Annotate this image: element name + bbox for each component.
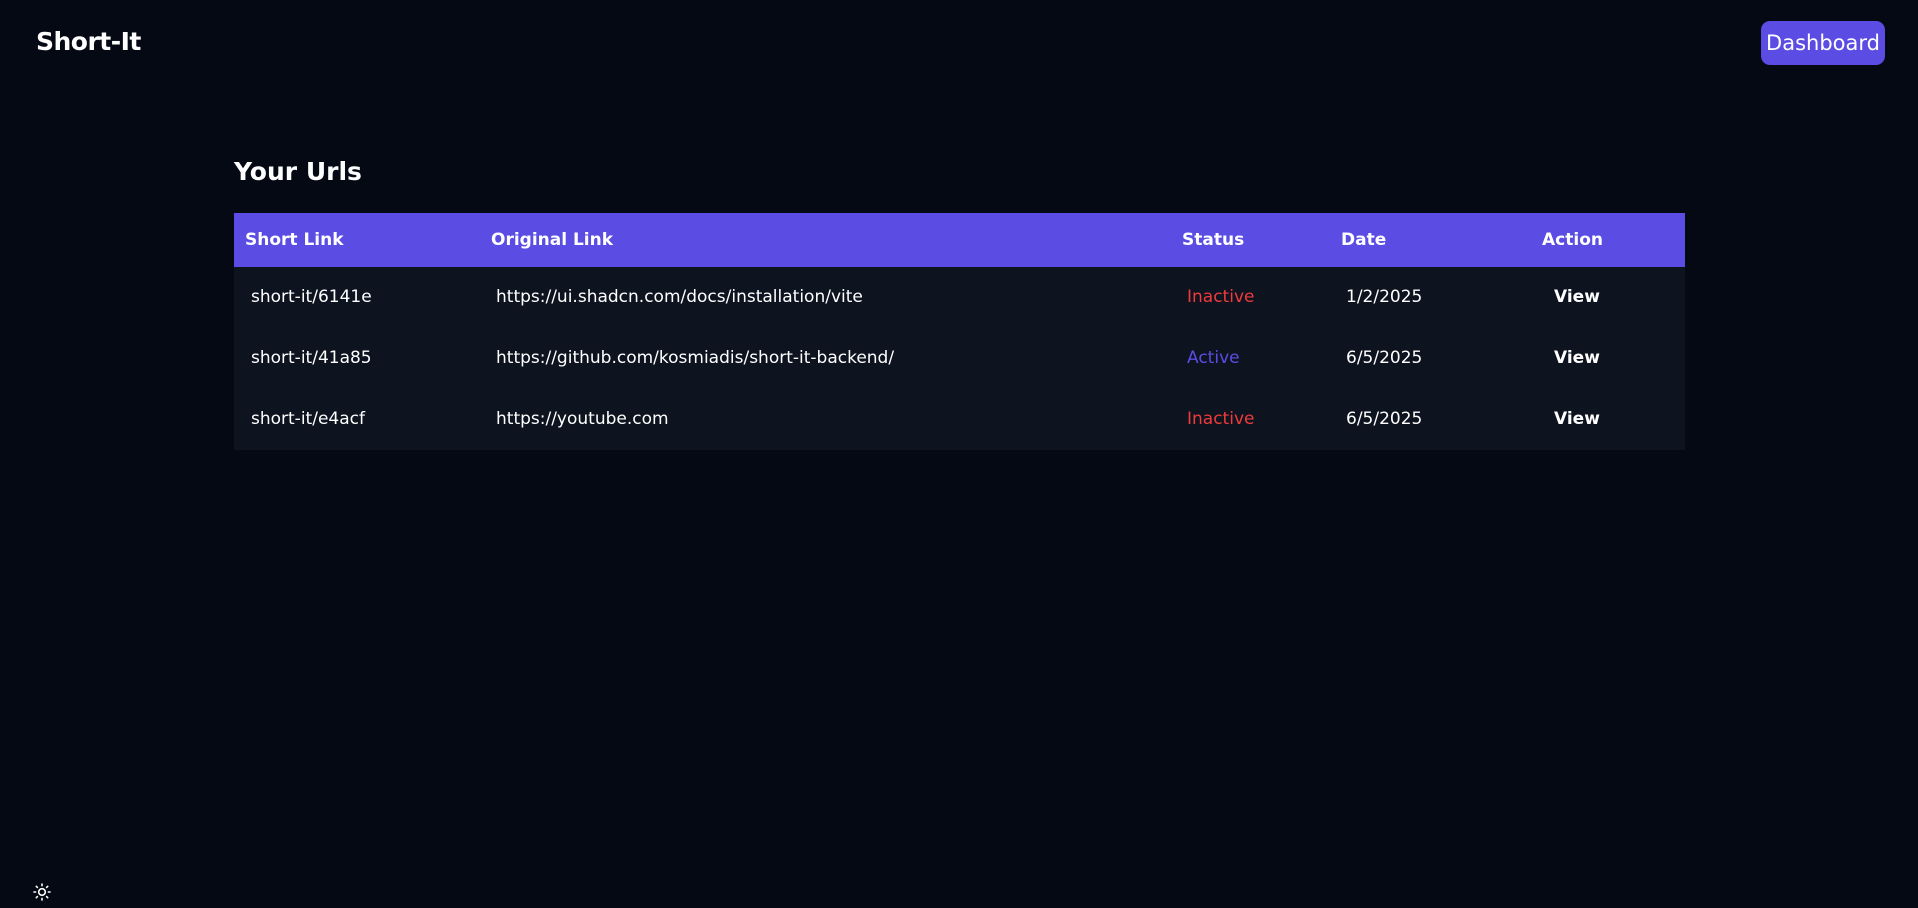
original-link-cell[interactable]: https://youtube.com <box>496 389 669 450</box>
top-navbar: Short-It Dashboard <box>0 0 1918 88</box>
table-row: short-it/41a85 https://github.com/kosmia… <box>234 328 1685 389</box>
column-header-short-link: Short Link <box>245 230 344 250</box>
dashboard-button[interactable]: Dashboard <box>1761 21 1885 65</box>
column-header-original-link: Original Link <box>491 230 614 250</box>
date-cell: 6/5/2025 <box>1346 348 1423 368</box>
table-row: short-it/6141e https://ui.shadcn.com/doc… <box>234 267 1685 328</box>
sun-icon[interactable] <box>33 883 51 901</box>
short-link-cell[interactable]: short-it/e4acf <box>251 389 365 450</box>
column-header-action: Action <box>1542 230 1603 250</box>
page-title: Your Urls <box>234 157 362 186</box>
table-header: Short Link Original Link Status Date Act… <box>234 213 1685 267</box>
short-link-cell[interactable]: short-it/6141e <box>251 267 372 328</box>
original-link-cell[interactable]: https://github.com/kosmiadis/short-it-ba… <box>496 328 894 389</box>
status-badge: Inactive <box>1187 409 1255 429</box>
column-header-date: Date <box>1341 230 1387 250</box>
original-link-cell[interactable]: https://ui.shadcn.com/docs/installation/… <box>496 267 863 328</box>
short-link-cell[interactable]: short-it/41a85 <box>251 328 372 389</box>
date-cell: 1/2/2025 <box>1346 287 1423 307</box>
urls-table: Short Link Original Link Status Date Act… <box>234 213 1685 450</box>
status-badge: Inactive <box>1187 287 1255 307</box>
date-cell: 6/5/2025 <box>1346 409 1423 429</box>
view-link[interactable]: View <box>1554 328 1600 389</box>
table-row: short-it/e4acf https://youtube.com Inact… <box>234 389 1685 450</box>
status-badge: Active <box>1187 348 1240 368</box>
view-link[interactable]: View <box>1554 389 1600 450</box>
brand-logo[interactable]: Short-It <box>36 27 141 56</box>
column-header-status: Status <box>1182 230 1245 250</box>
view-link[interactable]: View <box>1554 267 1600 328</box>
